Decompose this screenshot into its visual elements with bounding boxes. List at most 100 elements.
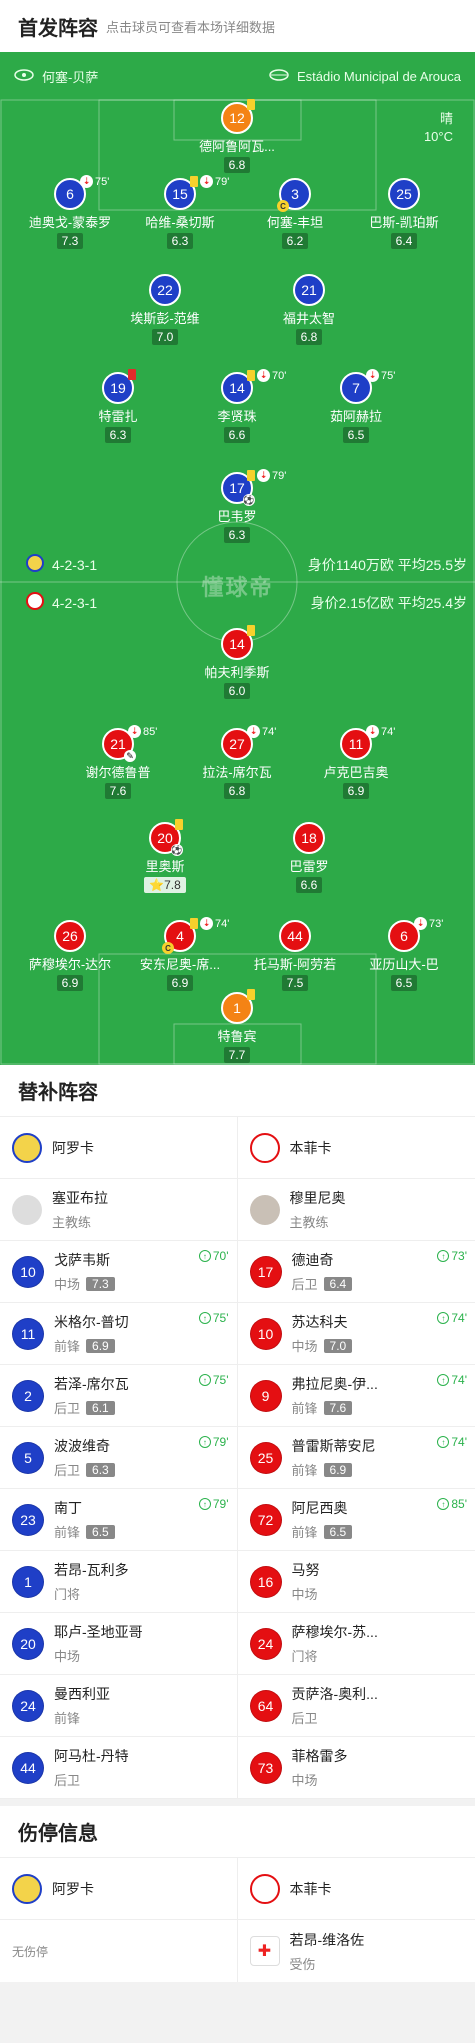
home-player[interactable]: 14 ⇣ 70' 李贤珠 6.6 [177,369,297,444]
sub-player-name: 菲格雷多 [291,1748,348,1764]
player-number-badge: 14 [221,625,255,660]
sub-position: 前锋 [54,1525,81,1540]
away-player[interactable]: 26 萨穆埃尔-达尔 6.9 [10,920,130,992]
page-title: 首发阵容 [18,17,98,40]
sub-on-icon: ↑ [198,1498,211,1510]
sub-player-row[interactable]: 25 普雷斯蒂安尼 前锋 6.9 ↑ 74' [237,1427,475,1489]
player-name: 李贤珠 [217,409,257,424]
away-player[interactable]: 4 ⇣ 74' C 安东尼奥-席... 6.9 [120,917,240,992]
sub-player-name: 马努 [291,1562,320,1578]
sub-on-event: ↑ 75' [198,1373,229,1387]
home-player[interactable]: 25 巴斯-凯珀斯 6.4 [344,178,464,250]
away-player[interactable]: 20 ⚽ 里奥斯 ⭐7.8 [105,819,225,894]
away-player[interactable]: 44 托马斯-阿劳若 7.5 [235,920,355,992]
sub-rating: 6.4 [323,1276,353,1291]
sub-player-row[interactable]: 24 萨穆埃尔-苏... 门将 [237,1613,475,1675]
team-name: 阿罗卡 [52,1880,94,1897]
sub-player-row[interactable]: 16 马努 中场 [237,1551,475,1613]
away-player[interactable]: 11 ⇣ 74' 卢克巴吉奥 6.9 [296,725,416,800]
player-name: 萨穆埃尔-达尔 [28,957,112,972]
home-team-row[interactable]: 阿罗卡 [0,1858,237,1920]
captain-icon: C [277,200,289,212]
sub-player-row[interactable]: 11 米格尔-普切 前锋 6.9 ↑ 75' [0,1303,237,1365]
sub-player-row[interactable]: 9 弗拉尼奥-伊... 前锋 7.6 ↑ 74' [237,1365,475,1427]
sub-on-event: ↑ 74' [437,1435,467,1449]
home-player[interactable]: 22 埃斯彭-范维 7.0 [105,274,225,346]
player-name: 德阿鲁阿瓦... [199,139,275,154]
sub-number-badge: 72 [249,1503,282,1536]
coach-row[interactable]: 穆里尼奥 主教练 [237,1179,475,1241]
sub-player-row[interactable]: 73 菲格雷多 中场 [237,1737,475,1799]
home-player[interactable]: 3 C 何塞-丰坦 6.2 [235,178,355,250]
home-player[interactable]: 6 ⇣ 75' 迪奥戈-蒙泰罗 7.3 [10,175,130,250]
sub-on-event: ↑ 75' [198,1311,229,1325]
injured-player-row[interactable]: ✚ 若昂-维洛佐 受伤 [238,1920,475,1982]
player-number-badge: 18 [293,822,325,854]
home-player[interactable]: 12 德阿鲁阿瓦... 6.8 [177,99,297,174]
home-player[interactable]: 19 特雷扎 6.3 [58,369,178,444]
coach-avatar [12,1194,42,1225]
medical-kit-icon: ✚ [249,1936,280,1966]
away-player[interactable]: 1 特鲁宾 7.7 [177,989,297,1064]
home-formation-text: 4-2-3-1 [52,556,98,573]
player-name: 安东尼奥-席... [139,957,221,972]
away-player[interactable]: 6 ⇣ 73' 亚历山大-巴 6.5 [344,917,464,992]
away-player[interactable]: 14 帕夫利季斯 6.0 [177,625,297,700]
sub-number-badge: 5 [12,1441,44,1474]
sub-player-row[interactable]: 23 南丁 前锋 6.5 ↑ 79' [0,1489,237,1551]
pitch: 何塞-贝萨 Estádio Municipal de Arouca 晴 10°C… [0,52,475,1065]
player-name: 茹阿赫拉 [329,409,382,424]
player-rating: 7.5 [281,975,309,991]
away-team-row[interactable]: 本菲卡 [237,1858,475,1920]
player-number-badge: 20 ⚽ [149,819,183,856]
sub-player-row[interactable]: 20 耶卢-圣地亚哥 中场 [0,1613,237,1675]
sub-player-row[interactable]: 44 阿马杜-丹特 后卫 [0,1737,237,1799]
sub-player-row[interactable]: 72 阿尼西奥 前锋 6.5 ↑ 85' [237,1489,475,1551]
coach-row[interactable]: 塞亚布拉 主教练 [0,1179,237,1241]
home-player[interactable]: 17 ⇣ 79' ⚽ 巴韦罗 6.3 [177,469,297,544]
sub-number-badge: 2 [12,1379,44,1412]
player-rating: 6.8 [223,157,251,173]
sub-player-row[interactable]: 1 若昂-瓦利多 门将 [0,1551,237,1613]
away-team-row[interactable]: 本菲卡 [237,1117,475,1179]
player-number-badge: 6 ⇣ 75' [54,175,109,210]
sub-player-row[interactable]: 64 贡萨洛-奥利... 后卫 [237,1675,475,1737]
sub-player-name: 弗拉尼奥-伊... [291,1376,378,1392]
home-formation: 4-2-3-1 [26,554,97,575]
home-player[interactable]: 21 福井太智 6.8 [249,274,369,346]
sub-player-row[interactable]: 2 若泽-席尔瓦 后卫 6.1 ↑ 75' [0,1365,237,1427]
player-name: 里奥斯 [145,859,185,874]
player-number-badge: 19 [102,369,136,404]
home-player[interactable]: 15 ⇣ 79' 哈维-桑切斯 6.3 [120,175,240,250]
sub-player-row[interactable]: 10 戈萨韦斯 中场 7.3 ↑ 70' [0,1241,237,1303]
stadium-name: Estádio Municipal de Arouca [296,68,461,84]
away-player[interactable]: 27 ⇣ 74' 拉法-席尔瓦 6.8 [177,725,297,800]
sub-on-icon: ↑ [198,1374,211,1386]
sub-position: 中场 [291,1587,318,1602]
sub-player-row[interactable]: 17 德迪奇 后卫 6.4 ↑ 73' [237,1241,475,1303]
team-name: 本菲卡 [289,1139,332,1156]
away-player[interactable]: 18 巴雷罗 6.6 [249,822,369,894]
sub-number-badge: 25 [249,1441,282,1474]
player-name: 帕夫利季斯 [204,665,270,680]
player-rating: 6.3 [104,427,132,443]
player-number-badge: 44 [279,920,311,952]
player-rating-star: ⭐7.8 [144,877,186,893]
sub-on-event: ↑ 73' [437,1249,467,1263]
away-player[interactable]: 21 ⇣ 85' ✎ 谢尔德鲁普 7.6 [58,725,178,800]
sub-player-row[interactable]: 24 曼西利亚 前锋 [0,1675,237,1737]
player-number-badge: 26 [54,920,86,952]
home-team-row[interactable]: 阿罗卡 [0,1117,237,1179]
sub-off-icon: ⇣ 85' [128,725,157,738]
sub-player-row[interactable]: 10 苏达科夫 中场 7.0 ↑ 74' [237,1303,475,1365]
player-number-badge: 21 ⇣ 85' ✎ [102,725,157,762]
benfica-crest-icon [249,1873,280,1904]
arouca-crest-icon [12,1873,42,1904]
sub-position: 前锋 [291,1401,318,1416]
player-name: 拉法-席尔瓦 [202,765,272,780]
sub-player-row[interactable]: 5 波波维奇 后卫 6.3 ↑ 79' [0,1427,237,1489]
sub-on-event: ↑ 79' [198,1497,229,1511]
sub-position: 中场 [54,1649,81,1664]
home-player[interactable]: 7 ⇣ 75' 茹阿赫拉 6.5 [296,369,416,444]
referee-name: 何塞-贝萨 [42,69,99,85]
